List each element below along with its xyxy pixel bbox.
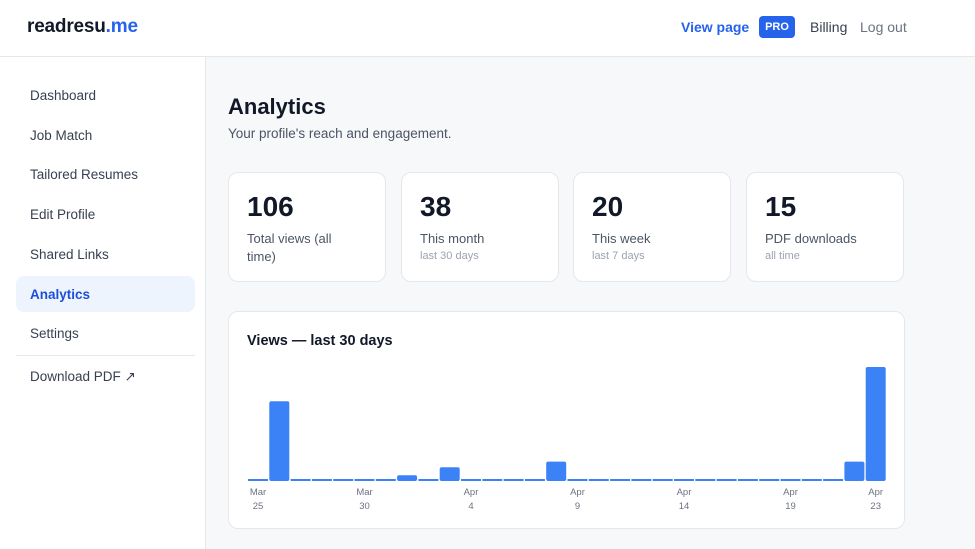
stat-label: Total views (all time) [247, 231, 332, 264]
sidebar-item-analytics[interactable]: Analytics [16, 276, 195, 312]
logo-tld: .me [105, 16, 138, 37]
chart-bar-mar-26[interactable] [269, 401, 290, 481]
chart-bar-apr-1[interactable] [397, 475, 418, 481]
stat-card-this-month: 38 This month last 30 days [401, 172, 559, 282]
views-chart-card: Views — last 30 days Mar 25 Mar 30 Apr 4 Apr 9 A… [228, 311, 905, 529]
sidebar-divider [16, 355, 195, 356]
sidebar-item-settings[interactable]: Settings [16, 315, 195, 351]
views-bar-chart: Mar 25 Mar 30 Apr 4 Apr 9 Apr 14 Apr 19 Apr 23 [248, 367, 886, 512]
top-bar: readresu.me View page PRO Billing Log ou… [0, 0, 975, 57]
chart-bar-apr-21[interactable] [823, 479, 844, 481]
x-tick-month: Apr [464, 487, 479, 498]
view-page-link[interactable]: View page [681, 19, 749, 35]
chart-bar-apr-14[interactable] [674, 479, 694, 481]
chart-bar-mar-27[interactable] [290, 479, 311, 481]
logo-main: readresu [27, 16, 106, 37]
sidebar-item-dashboard[interactable]: Dashboard [16, 77, 195, 113]
stat-card-total-views: 106 Total views (all time) [228, 172, 386, 282]
stat-value: 20 [592, 191, 624, 222]
chart-bar-apr-22[interactable] [844, 461, 865, 481]
chart-bar-apr-8[interactable] [546, 461, 567, 481]
x-tick-month: Mar [356, 487, 372, 498]
page-subtitle: Your profile's reach and engagement. [228, 126, 452, 141]
stat-sublabel: last 30 days [420, 250, 479, 262]
logo[interactable]: readresu.me [27, 16, 138, 38]
x-tick-month: Mar [250, 487, 266, 498]
stat-value: 106 [247, 191, 294, 222]
x-tick-month: Apr [868, 487, 883, 498]
pro-badge: PRO [759, 16, 795, 38]
chart-bar-apr-10[interactable] [588, 479, 609, 481]
chart-bar-apr-17[interactable] [737, 479, 758, 481]
x-tick-day: 9 [575, 501, 580, 512]
x-tick-day: 4 [468, 501, 473, 512]
x-tick-month: Apr [570, 487, 585, 498]
sidebar-item-shared-links[interactable]: Shared Links [16, 236, 195, 272]
chart-bar-apr-6[interactable] [503, 479, 524, 481]
stat-card-pdf-downloads: 15 PDF downloads all time [746, 172, 904, 282]
chart-bar-mar-28[interactable] [311, 479, 332, 481]
x-tick-day: 19 [785, 501, 796, 512]
billing-link[interactable]: Billing [810, 19, 847, 35]
chart-bar-apr-4[interactable] [461, 479, 481, 481]
stat-value: 15 [765, 191, 797, 222]
chart-bar-apr-7[interactable] [524, 479, 545, 481]
stat-value: 38 [420, 191, 452, 222]
stat-card-this-week: 20 This week last 7 days [573, 172, 731, 282]
chart-bar-apr-16[interactable] [716, 479, 737, 481]
x-tick-day: 25 [253, 501, 264, 512]
x-tick-day: 23 [870, 501, 881, 512]
logout-link[interactable]: Log out [860, 19, 907, 35]
x-tick-month: Apr [677, 487, 692, 498]
chart-bar-apr-3[interactable] [439, 467, 460, 481]
chart-bar-apr-12[interactable] [631, 479, 652, 481]
chart-bar-mar-29[interactable] [333, 479, 354, 481]
x-tick-month: Apr [783, 487, 798, 498]
chart-bar-apr-20[interactable] [801, 479, 822, 481]
stat-label: This week [592, 231, 651, 246]
page-title: Analytics [228, 94, 326, 119]
chart-bar-apr-18[interactable] [759, 479, 780, 481]
sidebar: Dashboard Job Match Tailored Resumes Edi… [0, 57, 206, 549]
chart-bar-apr-2[interactable] [418, 479, 439, 481]
stat-sublabel: last 7 days [592, 250, 645, 262]
chart-bar-mar-31[interactable] [375, 479, 396, 481]
chart-bar-apr-15[interactable] [695, 479, 716, 481]
sidebar-item-edit-profile[interactable]: Edit Profile [16, 196, 195, 232]
chart-bar-apr-9[interactable] [567, 479, 588, 481]
stat-label: PDF downloads [765, 231, 857, 246]
stat-sublabel: all time [765, 250, 800, 262]
chart-bar-mar-30[interactable] [354, 479, 375, 481]
x-tick-day: 30 [359, 501, 370, 512]
x-tick-day: 14 [679, 501, 690, 512]
chart-bar-apr-5[interactable] [482, 479, 503, 481]
stat-label: This month [420, 231, 485, 246]
chart-bar-apr-11[interactable] [610, 479, 631, 481]
sidebar-item-job-match[interactable]: Job Match [16, 117, 195, 153]
download-pdf-link[interactable]: Download PDF ↗ [16, 359, 195, 395]
chart-bar-apr-23[interactable] [865, 367, 886, 481]
sidebar-item-tailored-resumes[interactable]: Tailored Resumes [16, 156, 195, 192]
chart-bar-apr-19[interactable] [780, 479, 801, 481]
chart-bar-mar-25[interactable] [248, 479, 268, 481]
chart-bar-apr-13[interactable] [652, 479, 673, 481]
